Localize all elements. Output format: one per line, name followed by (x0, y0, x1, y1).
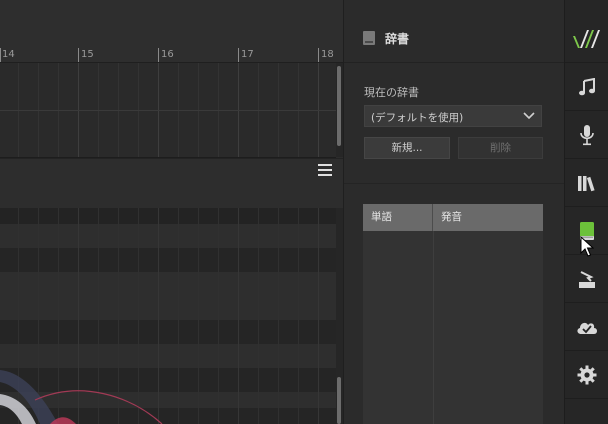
ruler-tick (0, 48, 1, 62)
chevron-down-icon (523, 112, 535, 120)
cloud-button[interactable] (565, 303, 608, 351)
column-divider (433, 231, 434, 424)
measure-label: 16 (161, 49, 174, 60)
song-button[interactable] (565, 63, 608, 111)
hamburger-menu-icon[interactable] (318, 164, 332, 178)
column-header-word[interactable]: 単語 (363, 204, 433, 231)
dictionary-select[interactable]: (デフォルトを使用) (364, 105, 542, 127)
ruler-tick (78, 48, 79, 62)
logo-icon (573, 30, 600, 48)
book-icon (363, 31, 375, 45)
scrollbar-thumb[interactable] (337, 377, 341, 424)
measure-label: 17 (241, 49, 254, 60)
music-note-icon (579, 77, 595, 95)
editor-area: 14 15 16 17 18 (0, 0, 343, 424)
scrollbar-thumb[interactable] (337, 66, 341, 146)
gear-icon (577, 365, 597, 384)
delete-dictionary-button[interactable]: 削除 (458, 137, 543, 159)
settings-button[interactable] (565, 351, 608, 399)
ruler-tick (238, 48, 239, 62)
column-header-pronunciation[interactable]: 発音 (433, 204, 543, 231)
dictionary-select-value: (デフォルトを使用) (371, 112, 464, 124)
new-dictionary-button[interactable]: 新規... (364, 137, 450, 159)
ruler-tick (158, 48, 159, 62)
track-grid[interactable] (0, 63, 336, 158)
export-button[interactable] (565, 255, 608, 303)
mouse-cursor-icon (580, 236, 594, 257)
library-button[interactable] (565, 159, 608, 207)
panel-title: 辞書 (385, 32, 410, 46)
measure-label: 18 (321, 49, 334, 60)
dictionary-panel: 辞書 現在の辞書 (デフォルトを使用) 新規... 削除 単語 発音 (343, 0, 565, 424)
cloud-icon (577, 322, 597, 334)
piano-roll-header (0, 158, 343, 209)
dictionary-panel-header: 辞書 (344, 0, 565, 63)
measure-label: 15 (81, 49, 94, 60)
voice-button[interactable] (565, 111, 608, 159)
library-icon (578, 175, 595, 191)
divider (344, 183, 565, 184)
piano-roll-grid[interactable] (0, 208, 336, 424)
ruler-tick (318, 48, 319, 62)
current-dictionary-label: 現在の辞書 (364, 86, 419, 99)
word-table[interactable]: 単語 発音 (363, 204, 543, 424)
measure-label: 14 (2, 49, 15, 60)
timeline-ruler[interactable]: 14 15 16 17 18 (0, 0, 343, 63)
export-icon (579, 270, 595, 288)
table-header: 単語 発音 (363, 204, 543, 231)
microphone-icon (580, 124, 594, 145)
logo-button[interactable] (565, 16, 608, 63)
icon-sidebar (564, 0, 608, 424)
